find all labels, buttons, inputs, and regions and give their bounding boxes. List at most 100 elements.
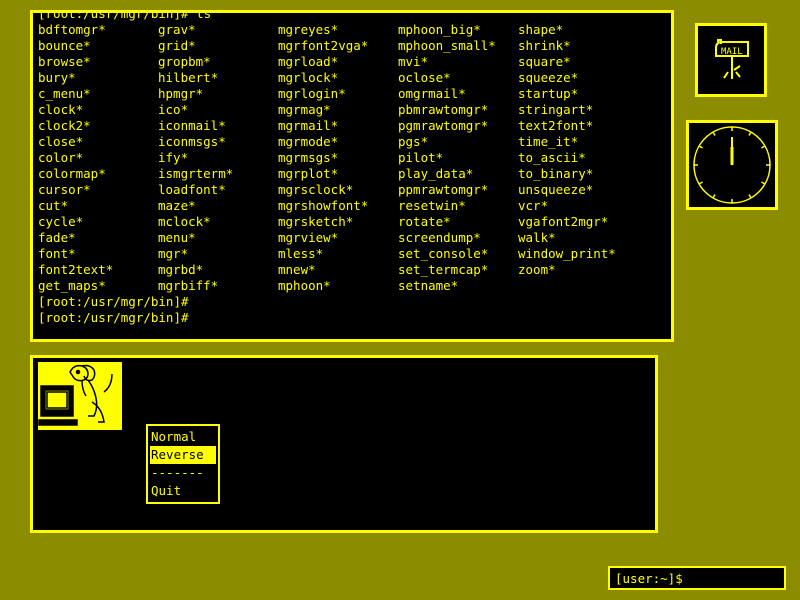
terminal-file-entry: mphoon_small* bbox=[398, 38, 496, 53]
terminal-file-row: cut* maze* mgrshowfont* resetwin* vcr* bbox=[38, 198, 638, 214]
terminal-file-entry: cut* bbox=[38, 198, 69, 213]
terminal-file-entry: rotate* bbox=[398, 214, 451, 229]
terminal-file-row: cursor* loadfont* mgrsclock* ppmrawtomgr* un… bbox=[38, 182, 638, 198]
terminal-file-row: bdftomgr* grav* mgreyes* mphoon_big* shape* bbox=[38, 22, 638, 38]
terminal-file-entry: pbmrawtomgr* bbox=[398, 102, 489, 117]
mailbox-label: MAIL bbox=[721, 47, 743, 57]
terminal-file-entry: set_termcap* bbox=[398, 262, 489, 277]
dog-computer-icon[interactable] bbox=[38, 362, 122, 430]
terminal-file-entry: stringart* bbox=[518, 102, 594, 117]
terminal-file-entry: clock* bbox=[38, 102, 84, 117]
terminal-file-entry: colormap* bbox=[38, 166, 106, 181]
terminal-window[interactable]: [root:/usr/mgr/bin]# ls bdftomgr* grav* mgr… bbox=[30, 10, 674, 342]
shell-prompt-window[interactable]: [user:~]$ bbox=[608, 566, 786, 590]
terminal-file-entry: to_binary* bbox=[518, 166, 594, 181]
terminal-file-row: clock* ico* mgrmag* pbmrawtomgr* stringart* bbox=[38, 102, 638, 118]
terminal-file-entry: resetwin* bbox=[398, 198, 466, 213]
terminal-file-row: color* ify* mgrmsgs* pilot* to_ascii* bbox=[38, 150, 638, 166]
terminal-file-entry: squeeze* bbox=[518, 70, 579, 85]
terminal-file-entry: mclock* bbox=[158, 214, 211, 229]
terminal-file-entry: startup* bbox=[518, 86, 579, 101]
terminal-file-entry: grid* bbox=[158, 38, 196, 53]
terminal-file-entry: mless* bbox=[278, 246, 324, 261]
terminal-file-entry: grav* bbox=[158, 22, 196, 37]
terminal-file-entry: walk* bbox=[518, 230, 556, 245]
terminal-file-entry: bounce* bbox=[38, 38, 91, 53]
terminal-file-row: cycle* mclock* mgrsketch* rotate* vgafont2mg… bbox=[38, 214, 638, 230]
terminal-prompt-line: [root:/usr/mgr/bin]# bbox=[38, 310, 189, 325]
menu-window[interactable]: Normal Reverse ------- Quit bbox=[30, 355, 658, 533]
terminal-file-entry: bdftomgr* bbox=[38, 22, 106, 37]
terminal-file-row: colormap* ismgrterm* mgrplot* play_data* to_… bbox=[38, 166, 638, 182]
terminal-file-entry: bury* bbox=[38, 70, 76, 85]
terminal-file-entry: zoom* bbox=[518, 262, 556, 277]
clock-tick bbox=[748, 131, 752, 136]
terminal-file-entry: font2text* bbox=[38, 262, 114, 277]
terminal-file-entry: mvi* bbox=[398, 54, 429, 69]
terminal-file-entry: hilbert* bbox=[158, 70, 219, 85]
terminal-file-row: clock2* iconmail* mgrmail* pgmrawtomgr* text… bbox=[38, 118, 638, 134]
terminal-file-entry: iconmsgs* bbox=[158, 134, 226, 149]
terminal-file-entry: mnew* bbox=[278, 262, 316, 277]
terminal-file-entry: shrink* bbox=[518, 38, 571, 53]
mailbox-window[interactable]: MAIL bbox=[695, 23, 767, 97]
terminal-file-entry: get_maps* bbox=[38, 278, 106, 293]
terminal-file-entry: mgr* bbox=[158, 246, 189, 261]
terminal-file-row: bounce* grid* mgrfont2vga* mphoon_small* shr… bbox=[38, 38, 638, 54]
clock-tick bbox=[748, 194, 752, 199]
terminal-file-entry: fade* bbox=[38, 230, 76, 245]
terminal-file-entry: play_data* bbox=[398, 166, 474, 181]
terminal-file-entry: mgrsclock* bbox=[278, 182, 354, 197]
terminal-file-entry: to_ascii* bbox=[518, 150, 586, 165]
terminal-file-entry: window_print* bbox=[518, 246, 616, 261]
terminal-file-entry: mgrplot* bbox=[278, 166, 339, 181]
terminal-file-entry: omgrmail* bbox=[398, 86, 466, 101]
terminal-file-entry: font* bbox=[38, 246, 76, 261]
clock-tick bbox=[761, 181, 766, 185]
terminal-file-row: browse* gropbm* mgrload* mvi* square* bbox=[38, 54, 638, 70]
terminal-file-entry: close* bbox=[38, 134, 84, 149]
mailbox-icon: MAIL bbox=[715, 39, 749, 79]
terminal-file-row: fade* menu* mgrview* screendump* walk* bbox=[38, 230, 638, 246]
terminal-file-entry: loadfont* bbox=[158, 182, 226, 197]
terminal-file-row: get_maps* mgrbiff* mphoon* setname* bbox=[38, 278, 638, 294]
terminal-file-entry: ify* bbox=[158, 150, 189, 165]
terminal-prompt-line: [root:/usr/mgr/bin]# bbox=[38, 294, 189, 309]
terminal-file-entry: mgrshowfont* bbox=[278, 198, 369, 213]
terminal-file-entry: hpmgr* bbox=[158, 86, 204, 101]
terminal-file-entry: cycle* bbox=[38, 214, 84, 229]
terminal-file-entry: mgrmsgs* bbox=[278, 150, 339, 165]
clock-tick bbox=[698, 181, 703, 185]
terminal-file-entry: mgrlogin* bbox=[278, 86, 346, 101]
menu-item-quit[interactable]: Quit bbox=[150, 482, 216, 500]
terminal-file-row: close* iconmsgs* mgrmode* pgs* time_it* bbox=[38, 134, 638, 150]
terminal-file-entry: vgafont2mgr* bbox=[518, 214, 609, 229]
terminal-file-row: font* mgr* mless* set_console* window_print* bbox=[38, 246, 638, 262]
terminal-file-entry: mgrmode* bbox=[278, 134, 339, 149]
menu-item-normal[interactable]: Normal bbox=[150, 428, 216, 446]
clock-window[interactable] bbox=[686, 120, 778, 210]
terminal-file-entry: menu* bbox=[158, 230, 196, 245]
terminal-file-entry: shape* bbox=[518, 22, 564, 37]
terminal-file-entry: text2font* bbox=[518, 118, 594, 133]
terminal-file-entry: time_it* bbox=[518, 134, 579, 149]
clock-tick bbox=[712, 194, 716, 199]
terminal-output: [root:/usr/mgr/bin]# ls bdftomgr* grav* mgr… bbox=[38, 10, 638, 326]
terminal-file-entry: color* bbox=[38, 150, 84, 165]
terminal-file-entry: mgrsketch* bbox=[278, 214, 354, 229]
terminal-file-entry: mphoon* bbox=[278, 278, 331, 293]
menu-item-reverse[interactable]: Reverse bbox=[150, 446, 216, 464]
clock-face bbox=[693, 126, 771, 204]
terminal-command-text: [root:/usr/mgr/bin]# ls bbox=[38, 10, 212, 21]
terminal-file-entry: mgrbd* bbox=[158, 262, 204, 277]
shell-prompt-text: [user:~]$ bbox=[615, 571, 683, 586]
popup-menu[interactable]: Normal Reverse ------- Quit bbox=[146, 424, 220, 504]
terminal-file-entry: ico* bbox=[158, 102, 189, 117]
terminal-file-entry: gropbm* bbox=[158, 54, 211, 69]
terminal-file-entry: mphoon_big* bbox=[398, 22, 481, 37]
terminal-file-entry: screendump* bbox=[398, 230, 481, 245]
terminal-file-entry: oclose* bbox=[398, 70, 451, 85]
terminal-file-entry: browse* bbox=[38, 54, 91, 69]
terminal-command-line: [root:/usr/mgr/bin]# ls bbox=[38, 10, 638, 22]
terminal-file-entry: square* bbox=[518, 54, 571, 69]
